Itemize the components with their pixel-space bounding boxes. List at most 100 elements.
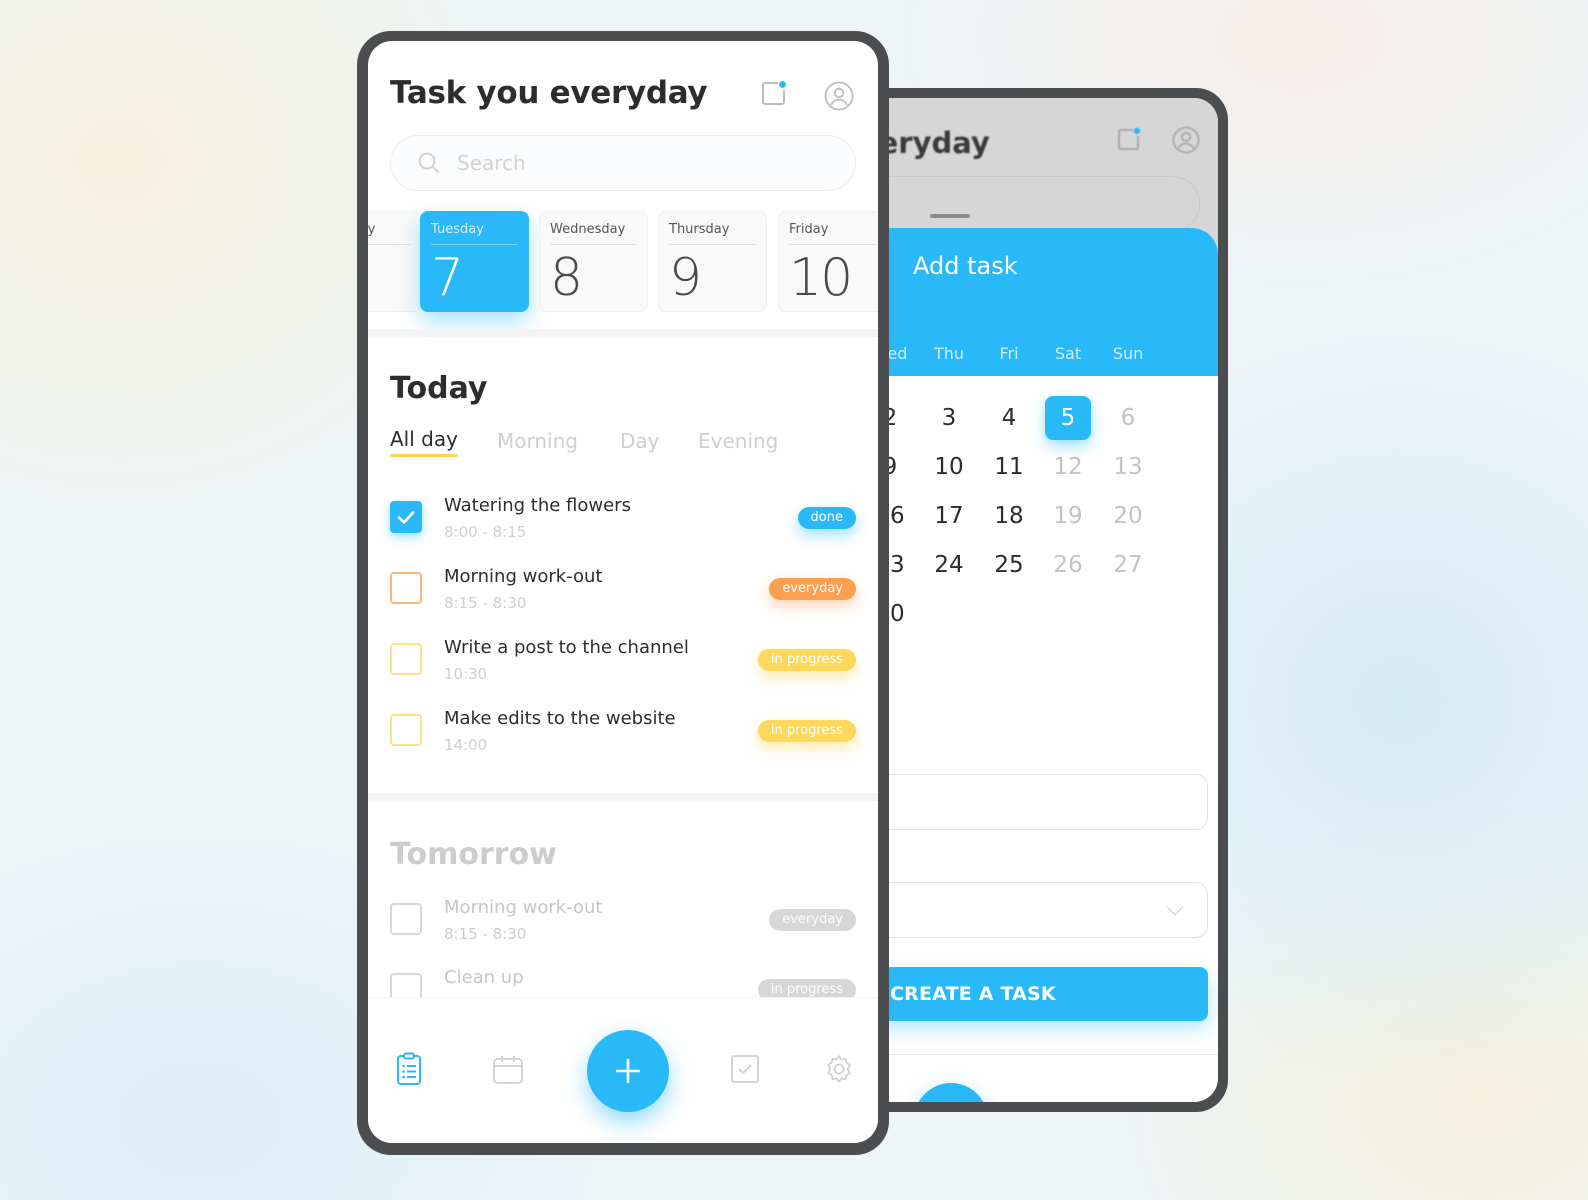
day-divider bbox=[789, 244, 876, 245]
nav-divider bbox=[860, 1054, 1218, 1055]
day-card-friday[interactable]: Friday 10 bbox=[778, 211, 878, 312]
day-name: Thursday bbox=[669, 222, 730, 237]
status-badge: in progress bbox=[757, 720, 856, 742]
day-card-monday[interactable]: Monday6 bbox=[368, 211, 422, 312]
status-badge: in progress bbox=[757, 649, 856, 671]
day-number: 9 bbox=[669, 248, 702, 308]
search-field[interactable] bbox=[390, 135, 856, 191]
section-divider bbox=[368, 793, 878, 801]
task-checkbox[interactable] bbox=[390, 501, 422, 533]
calendar-day[interactable]: 24 bbox=[926, 543, 972, 587]
calendar-day[interactable]: 19 bbox=[1045, 494, 1091, 538]
add-task-phone: everyday Add task WedThuFriSatSun 234569… bbox=[850, 88, 1228, 1112]
task-name: Morning work-out bbox=[444, 566, 603, 587]
task-checkbox[interactable] bbox=[390, 903, 422, 935]
day-number: 8 bbox=[550, 248, 583, 308]
weekday-label: Sun bbox=[1112, 344, 1144, 363]
calendar-day[interactable]: 20 bbox=[1105, 494, 1151, 538]
task-time: 8:00 - 8:15 bbox=[444, 523, 527, 541]
task-name: Make edits to the website bbox=[444, 708, 676, 729]
gear-icon[interactable] bbox=[823, 1053, 855, 1089]
status-badge: everyday bbox=[769, 909, 856, 931]
calendar-icon[interactable] bbox=[492, 1055, 524, 1089]
notes-icon[interactable] bbox=[1116, 126, 1142, 158]
calendar-day[interactable]: 25 bbox=[986, 543, 1032, 587]
task-time: 8:15 - 8:30 bbox=[444, 594, 527, 612]
day-number: 7 bbox=[431, 248, 464, 308]
search-icon bbox=[417, 151, 441, 179]
weekday-label: Thu bbox=[933, 344, 965, 363]
add-task-fab[interactable] bbox=[587, 1030, 669, 1112]
sheet-header: Add task Wed Thu Fri Sat Sun bbox=[860, 228, 1218, 376]
status-badge: everyday bbox=[769, 578, 856, 600]
tab-day[interactable]: Day bbox=[620, 429, 660, 453]
calendar-day[interactable]: 10 bbox=[926, 445, 972, 489]
notes-icon[interactable] bbox=[760, 79, 788, 111]
add-task-sheet: Add task Wed Thu Fri Sat Sun 2 3 4 5 6 9 10 11 12 13 1… bbox=[860, 228, 1218, 1102]
weekday-label: Sat bbox=[1054, 344, 1082, 363]
calendar-day[interactable]: 17 bbox=[926, 494, 972, 538]
calendar-day[interactable]: 11 bbox=[986, 445, 1032, 489]
add-task-screen: everyday Add task WedThuFriSatSun 234569… bbox=[860, 98, 1218, 1102]
task-row[interactable]: Morning work-out 8:15 - 8:30 everyday bbox=[390, 897, 856, 957]
calendar-day[interactable]: 4 bbox=[986, 396, 1032, 440]
calendar-day[interactable]: 26 bbox=[1045, 543, 1091, 587]
today-heading: Today bbox=[390, 371, 488, 406]
task-time: 10:30 bbox=[444, 665, 488, 683]
checkmark-icon bbox=[397, 511, 415, 524]
task-name: Clean up bbox=[444, 967, 524, 988]
day-name: Friday bbox=[789, 222, 829, 237]
plus-icon bbox=[616, 1059, 640, 1083]
chevron-down-icon bbox=[1166, 898, 1184, 916]
day-divider bbox=[431, 244, 518, 245]
day-card-tuesday[interactable]: Tuesday 7 bbox=[420, 211, 529, 312]
calendar-day[interactable]: 6 bbox=[1105, 396, 1151, 440]
task-row[interactable]: Watering the flowers 8:00 - 8:15 done bbox=[390, 495, 856, 555]
calendar-day[interactable]: 18 bbox=[986, 494, 1032, 538]
sheet-drag-handle[interactable] bbox=[930, 214, 970, 218]
day-card-thursday[interactable]: Thursday 9 bbox=[658, 211, 767, 312]
task-checkbox[interactable] bbox=[390, 572, 422, 604]
status-badge: done bbox=[797, 507, 856, 529]
background-search bbox=[860, 176, 1200, 232]
task-row[interactable]: Make edits to the website 14:00 in progres… bbox=[390, 708, 856, 768]
day-name: Tuesday bbox=[431, 222, 484, 237]
task-time: 14:00 bbox=[444, 736, 488, 754]
profile-icon[interactable] bbox=[1172, 126, 1200, 158]
calendar-weekdays: Wed Thu Fri Sat Sun bbox=[860, 344, 1218, 368]
task-list-phone: Task you everyday Monday6 Tuesday 7 Wednesd… bbox=[357, 31, 889, 1155]
task-row[interactable]: Write a post to the channel 10:30 in progr… bbox=[390, 637, 856, 697]
tab-all-day[interactable]: All day bbox=[390, 427, 458, 457]
tab-morning[interactable]: Morning bbox=[497, 429, 578, 453]
checkbox-icon[interactable] bbox=[730, 1054, 760, 1088]
task-list-screen: Task you everyday Monday6 Tuesday 7 Wednesd… bbox=[368, 41, 878, 1143]
task-checkbox[interactable] bbox=[390, 643, 422, 675]
calendar-day[interactable]: 3 bbox=[926, 396, 972, 440]
task-name: Morning work-out bbox=[444, 897, 603, 918]
clipboard-list-icon[interactable] bbox=[396, 1052, 422, 1090]
weekday-label: Fri bbox=[999, 344, 1019, 363]
day-name: Wednesday bbox=[550, 222, 626, 237]
sheet-title: Add task bbox=[913, 252, 1018, 280]
task-time: 8:15 - 8:30 bbox=[444, 925, 527, 943]
task-type-select[interactable] bbox=[860, 882, 1208, 938]
tab-evening[interactable]: Evening bbox=[698, 429, 778, 453]
day-number: 10 bbox=[789, 248, 853, 308]
search-input[interactable] bbox=[457, 136, 837, 190]
profile-icon[interactable] bbox=[824, 81, 854, 115]
calendar-day[interactable]: 27 bbox=[1105, 543, 1151, 587]
create-task-button[interactable]: CREATE A TASK bbox=[860, 967, 1208, 1021]
tomorrow-heading: Tomorrow bbox=[390, 837, 557, 872]
calendar-day[interactable]: 12 bbox=[1045, 445, 1091, 489]
calendar-day[interactable]: 13 bbox=[1105, 445, 1151, 489]
day-name: Monday bbox=[368, 222, 376, 237]
task-checkbox[interactable] bbox=[390, 714, 422, 746]
day-card-wednesday[interactable]: Wednesday 8 bbox=[539, 211, 648, 312]
task-row[interactable]: Morning work-out 8:15 - 8:30 everyday bbox=[390, 566, 856, 626]
add-task-fab[interactable] bbox=[914, 1083, 988, 1102]
calendar-day[interactable]: 5 bbox=[1045, 396, 1091, 440]
section-divider bbox=[368, 329, 878, 337]
day-divider bbox=[368, 244, 411, 245]
bottom-nav bbox=[368, 997, 878, 1143]
task-name-field[interactable]: ner bbox=[860, 774, 1208, 830]
